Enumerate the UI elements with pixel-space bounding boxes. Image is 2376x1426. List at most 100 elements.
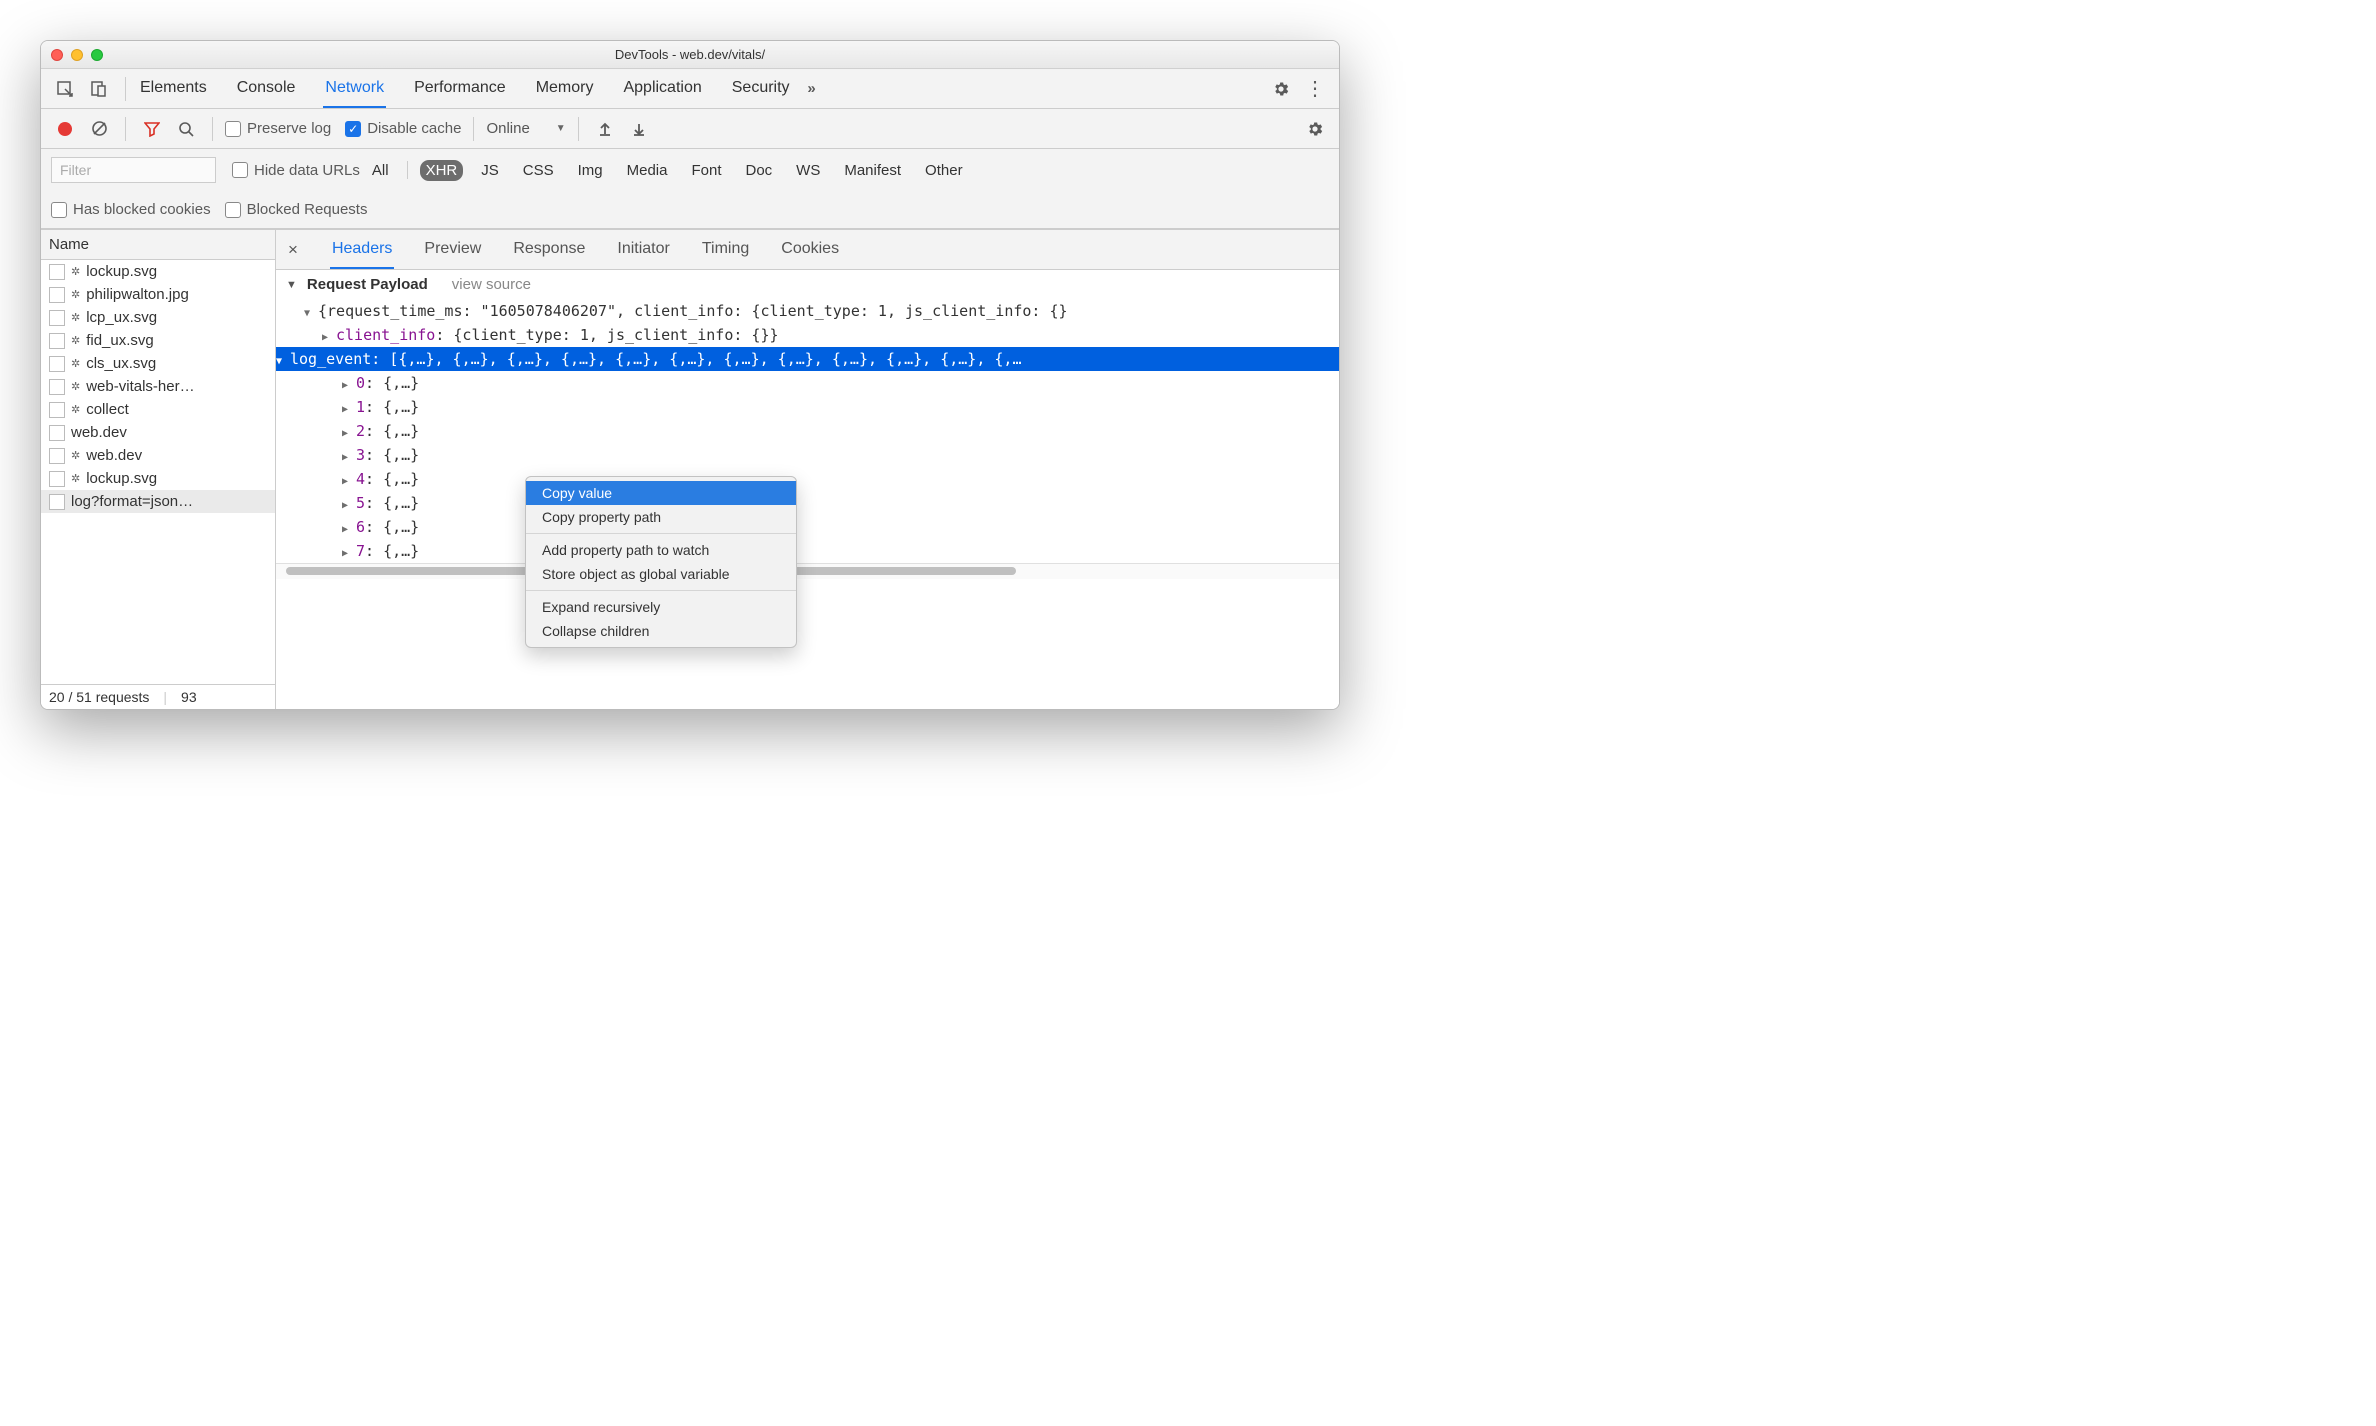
- detail-tab-headers[interactable]: Headers: [330, 231, 394, 269]
- device-toggle-icon[interactable]: [85, 75, 113, 103]
- caret-down-icon: ▼: [276, 356, 290, 367]
- tab-application[interactable]: Application: [621, 70, 703, 108]
- gear-icon: ✲: [71, 380, 80, 393]
- filter-type-all[interactable]: All: [366, 160, 395, 181]
- request-name: log?format=json…: [71, 493, 193, 510]
- filter-icon[interactable]: [138, 115, 166, 143]
- separator: [212, 117, 213, 141]
- request-item[interactable]: ✲philipwalton.jpg: [41, 283, 275, 306]
- filter-type-manifest[interactable]: Manifest: [838, 160, 907, 181]
- request-name: web.dev: [86, 447, 142, 464]
- separator: [473, 117, 474, 141]
- filter-type-js[interactable]: JS: [475, 160, 505, 181]
- more-tabs-icon[interactable]: »: [798, 75, 826, 103]
- download-icon[interactable]: [625, 115, 653, 143]
- filter-type-xhr[interactable]: XHR: [420, 160, 464, 181]
- tab-elements[interactable]: Elements: [138, 70, 209, 108]
- hide-data-urls-checkbox[interactable]: Hide data URLs: [232, 162, 360, 179]
- filter-type-ws[interactable]: WS: [790, 160, 826, 181]
- settings-icon[interactable]: [1267, 75, 1295, 103]
- tree-row-log-event[interactable]: ▼log_event: [{,…}, {,…}, {,…}, {,…}, {,……: [276, 347, 1339, 371]
- search-icon[interactable]: [172, 115, 200, 143]
- request-item[interactable]: ✲lcp_ux.svg: [41, 306, 275, 329]
- file-icon: [49, 310, 65, 326]
- context-menu-item[interactable]: Store object as global variable: [526, 562, 796, 586]
- record-icon[interactable]: [51, 115, 79, 143]
- filter-bar: Hide data URLs All XHR JS CSS Img Media Font Do…: [41, 149, 1339, 191]
- disable-cache-checkbox[interactable]: ✓ Disable cache: [345, 120, 461, 137]
- view-source-link[interactable]: view source: [452, 276, 531, 293]
- filter-input[interactable]: [51, 157, 216, 183]
- request-item[interactable]: web.dev: [41, 421, 275, 444]
- context-menu-item[interactable]: Expand recursively: [526, 595, 796, 619]
- caret-right-icon: ▶: [342, 524, 356, 535]
- upload-icon[interactable]: [591, 115, 619, 143]
- tab-security[interactable]: Security: [730, 70, 792, 108]
- tree-row-array-item[interactable]: ▶6: {,…}: [276, 515, 1339, 539]
- file-icon: [49, 264, 65, 280]
- tree-row-array-item[interactable]: ▶1: {,…}: [276, 395, 1339, 419]
- context-menu-item[interactable]: Collapse children: [526, 619, 796, 643]
- hide-data-urls-label: Hide data URLs: [254, 162, 360, 179]
- filter-type-doc[interactable]: Doc: [739, 160, 778, 181]
- caret-right-icon: ▶: [342, 404, 356, 415]
- tree-row-array-item[interactable]: ▶5: {,…}: [276, 491, 1339, 515]
- gear-icon: ✲: [71, 472, 80, 485]
- tab-performance[interactable]: Performance: [412, 70, 508, 108]
- request-item[interactable]: ✲lockup.svg: [41, 467, 275, 490]
- request-list-panel: Name ✲lockup.svg✲philipwalton.jpg✲lcp_ux…: [41, 230, 276, 709]
- filter-type-font[interactable]: Font: [685, 160, 727, 181]
- file-icon: [49, 333, 65, 349]
- tab-network[interactable]: Network: [323, 70, 386, 108]
- context-menu-item[interactable]: Add property path to watch: [526, 538, 796, 562]
- request-item[interactable]: ✲web-vitals-her…: [41, 375, 275, 398]
- request-list: ✲lockup.svg✲philipwalton.jpg✲lcp_ux.svg✲…: [41, 260, 275, 684]
- gear-icon: ✲: [71, 357, 80, 370]
- tab-console[interactable]: Console: [235, 70, 298, 108]
- context-menu-item[interactable]: Copy value: [526, 481, 796, 505]
- request-item[interactable]: ✲web.dev: [41, 444, 275, 467]
- tree-root-row[interactable]: ▼{request_time_ms: "1605078406207", clie…: [276, 299, 1339, 323]
- detail-tab-initiator[interactable]: Initiator: [615, 231, 671, 269]
- network-toolbar: Preserve log ✓ Disable cache Online ▼: [41, 109, 1339, 149]
- request-item[interactable]: log?format=json…: [41, 490, 275, 513]
- panel-settings-icon[interactable]: [1301, 115, 1329, 143]
- tree-row-client-info[interactable]: ▶client_info: {client_type: 1, js_client…: [276, 323, 1339, 347]
- file-icon: [49, 379, 65, 395]
- tree-row-array-item[interactable]: ▶3: {,…}: [276, 443, 1339, 467]
- tree-row-array-item[interactable]: ▶7: {,…}: [276, 539, 1339, 563]
- tab-memory[interactable]: Memory: [534, 70, 596, 108]
- detail-tab-cookies[interactable]: Cookies: [779, 231, 841, 269]
- request-item[interactable]: ✲collect: [41, 398, 275, 421]
- detail-tab-response[interactable]: Response: [511, 231, 587, 269]
- caret-right-icon: ▶: [342, 380, 356, 391]
- file-icon: [49, 448, 65, 464]
- payload-section-header[interactable]: ▼ Request Payload view source: [276, 270, 1339, 299]
- clear-icon[interactable]: [85, 115, 113, 143]
- has-blocked-cookies-label: Has blocked cookies: [73, 201, 211, 218]
- has-blocked-cookies-checkbox[interactable]: Has blocked cookies: [51, 201, 211, 218]
- filter-type-media[interactable]: Media: [621, 160, 674, 181]
- kebab-menu-icon[interactable]: ⋮: [1301, 75, 1329, 103]
- detail-tab-timing[interactable]: Timing: [700, 231, 751, 269]
- request-item[interactable]: ✲fid_ux.svg: [41, 329, 275, 352]
- close-detail-icon[interactable]: ×: [284, 240, 302, 260]
- tree-row-array-item[interactable]: ▶0: {,…}: [276, 371, 1339, 395]
- filter-type-img[interactable]: Img: [572, 160, 609, 181]
- blocked-requests-checkbox[interactable]: Blocked Requests: [225, 201, 368, 218]
- caret-right-icon: ▶: [342, 452, 356, 463]
- filter-type-other[interactable]: Other: [919, 160, 969, 181]
- inspect-icon[interactable]: [51, 75, 79, 103]
- request-item[interactable]: ✲cls_ux.svg: [41, 352, 275, 375]
- detail-tab-preview[interactable]: Preview: [422, 231, 483, 269]
- tree-row-array-item[interactable]: ▶4: {,…}: [276, 467, 1339, 491]
- context-menu-item[interactable]: Copy property path: [526, 505, 796, 529]
- tree-row-array-item[interactable]: ▶2: {,…}: [276, 419, 1339, 443]
- file-icon: [49, 425, 65, 441]
- filter-type-css[interactable]: CSS: [517, 160, 560, 181]
- preserve-log-checkbox[interactable]: Preserve log: [225, 120, 331, 137]
- horizontal-scrollbar[interactable]: [276, 563, 1339, 579]
- throttling-select[interactable]: Online ▼: [486, 120, 565, 137]
- caret-right-icon: ▶: [342, 476, 356, 487]
- request-item[interactable]: ✲lockup.svg: [41, 260, 275, 283]
